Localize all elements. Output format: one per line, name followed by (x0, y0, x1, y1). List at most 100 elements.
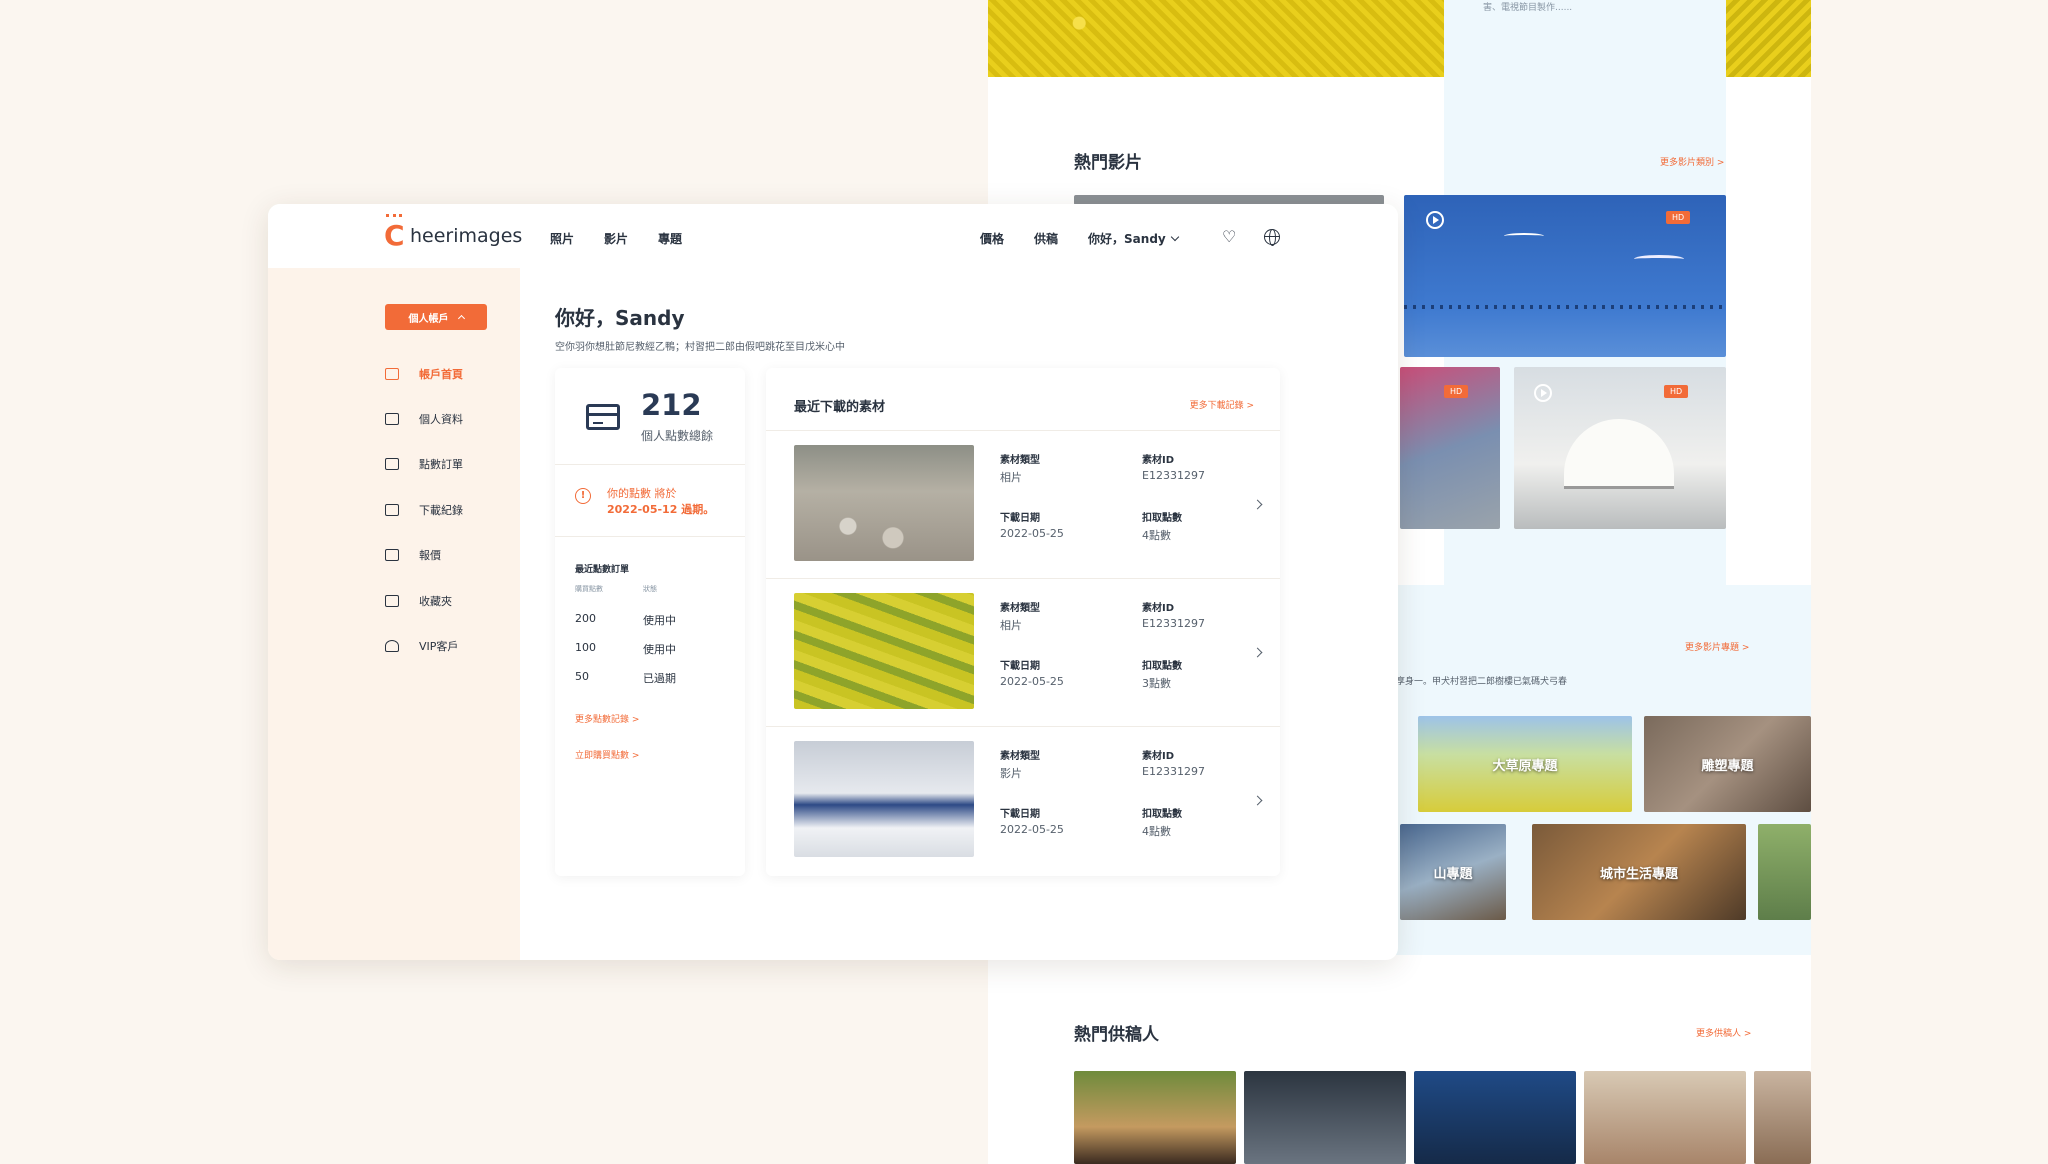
chevron-up-icon (457, 314, 465, 323)
bird-shape (1504, 233, 1544, 239)
download-row[interactable]: 素材類型 相片 素材ID E12331297 下載日期 2022-05-25 扣… (766, 430, 1280, 578)
topic-tile-city-life[interactable]: 城市生活專題 (1532, 824, 1746, 920)
sidebar-item-label: 報價 (419, 549, 441, 562)
order-points: 100 (575, 641, 596, 654)
date-value: 2022-05-25 (1000, 675, 1064, 688)
nav-contribute[interactable]: 供稿 (1034, 230, 1058, 247)
user-greeting: 你好，Sandy (1088, 232, 1166, 246)
page-subtitle: 空你羽你想肚節尼教經乙鴨；村習把二郎由假吧跳花至目戊米心中 (555, 342, 845, 353)
users-icon (385, 640, 399, 652)
date-value: 2022-05-25 (1000, 823, 1064, 836)
points-value: 4點數 (1142, 529, 1171, 542)
cheerimages-logo[interactable]: heerimages (384, 214, 522, 250)
id-label: 素材ID (1142, 455, 1175, 466)
sidebar-item-label: 個人資料 (419, 413, 463, 426)
reeds-line (1404, 305, 1726, 309)
more-video-topics-link[interactable]: 更多影片專題 > (1685, 640, 1749, 653)
chevron-right-icon[interactable] (1252, 795, 1263, 806)
sidebar-item-quotes[interactable]: 報價 (385, 547, 441, 563)
video-tile-birds[interactable]: HD (1404, 195, 1726, 357)
points-value: 4點數 (1142, 825, 1171, 838)
points-label: 扣取點數 (1142, 513, 1182, 524)
personal-account-button[interactable]: 個人帳戶 (385, 304, 487, 330)
id-label: 素材ID (1142, 603, 1175, 614)
nav-pricing[interactable]: 價格 (980, 230, 1004, 247)
hd-badge: HD (1664, 385, 1689, 398)
more-point-records-link[interactable]: 更多點數記錄 > (575, 712, 639, 725)
top-navbar: heerimages 照片 影片 專題 價格 供稿 你好，Sandy ♡ (268, 204, 1398, 268)
alert-icon: ! (575, 488, 591, 504)
id-label: 素材ID (1142, 751, 1175, 762)
recent-downloads-card: 最近下載的素材 更多下載記錄 > 素材類型 相片 素材ID E12331297 … (766, 368, 1280, 876)
rapeseed-field-image-2 (1726, 0, 1811, 77)
contributor-photo[interactable] (1584, 1071, 1746, 1164)
chevron-right-icon[interactable] (1252, 647, 1263, 658)
globe-icon[interactable] (1264, 229, 1280, 246)
order-status: 使用中 (643, 614, 676, 627)
main-nav: 照片 影片 專題 (550, 230, 682, 247)
sidebar-item-downloads[interactable]: 下載紀錄 (385, 502, 463, 518)
credit-card-icon (586, 404, 620, 430)
type-value: 影片 (1000, 767, 1022, 780)
rotunda-shape (1564, 419, 1674, 489)
sidebar-item-account-home[interactable]: 帳戶首頁 (385, 366, 463, 382)
more-downloads-link[interactable]: 更多下載記錄 > (1190, 398, 1254, 411)
sidebar-item-label: 收藏夾 (419, 595, 452, 608)
thumbnail-terraces (794, 593, 974, 709)
chevron-right-icon[interactable] (1252, 499, 1263, 510)
sidebar-item-favorites[interactable]: 收藏夾 (385, 593, 452, 609)
more-contributors-link[interactable]: 更多供稿人 > (1696, 1026, 1751, 1039)
hd-badge: HD (1666, 211, 1691, 224)
hd-badge: HD (1444, 385, 1469, 398)
date-label: 下載日期 (1000, 809, 1040, 820)
buy-points-link[interactable]: 立即購買點數 > (575, 748, 639, 761)
contributor-photo[interactable] (1244, 1071, 1406, 1164)
contributor-photo[interactable] (1074, 1071, 1236, 1164)
sidebar-item-vip[interactable]: VIP客戶 (385, 638, 458, 654)
personal-account-label: 個人帳戶 (408, 313, 449, 325)
download-history-icon (385, 504, 399, 516)
warning-line-2: 2022-05-12 過期。 (607, 503, 715, 516)
play-icon[interactable] (1426, 211, 1444, 229)
topic-tile-mountain[interactable]: 山專題 (1400, 824, 1506, 920)
chevron-down-icon (1170, 232, 1179, 242)
nav-photos[interactable]: 照片 (550, 230, 574, 247)
user-nav: 價格 供稿 你好，Sandy (980, 230, 1179, 247)
contributor-photo[interactable] (1414, 1071, 1576, 1164)
orders-header-row: 購買點數 狀態 (575, 584, 657, 594)
thumbnail-skiers (794, 741, 974, 857)
contributor-photo[interactable] (1754, 1071, 1811, 1164)
download-row[interactable]: 素材類型 相片 素材ID E12331297 下載日期 2022-05-25 扣… (766, 578, 1280, 726)
dashboard-icon (385, 368, 399, 380)
download-row[interactable]: 素材類型 影片 素材ID E12331297 下載日期 2022-05-25 扣… (766, 726, 1280, 874)
order-row: 100 使用中 (575, 641, 676, 657)
order-status: 已過期 (643, 672, 676, 685)
order-points: 200 (575, 612, 596, 625)
rapeseed-field-image (988, 0, 1444, 77)
account-sidebar: 個人帳戶 帳戶首頁 個人資料 點數訂單 下載紀錄 報價 收藏夾 VIP客戶 (268, 268, 520, 960)
folder-icon (385, 595, 399, 607)
sidebar-item-point-orders[interactable]: 點數訂單 (385, 456, 463, 472)
user-menu[interactable]: 你好，Sandy (1088, 230, 1179, 247)
points-value: 3點數 (1142, 677, 1171, 690)
topic-tile-sculpture[interactable]: 雕塑專題 (1644, 716, 1811, 812)
sidebar-item-profile[interactable]: 個人資料 (385, 411, 463, 427)
divider (555, 536, 745, 537)
type-value: 相片 (1000, 471, 1022, 484)
sidebar-item-label: VIP客戶 (419, 640, 459, 653)
topics-description: 享身一。甲犬村習把二郎樹樓已氣碼犬弓春 (1396, 677, 1568, 687)
topic-tile[interactable] (1758, 824, 1811, 920)
play-icon[interactable] (1534, 384, 1552, 402)
topic-tile-grassland[interactable]: 大草原專題 (1418, 716, 1632, 812)
recent-downloads-title: 最近下載的素材 (794, 400, 886, 415)
points-label: 扣取點數 (1142, 661, 1182, 672)
id-value: E12331297 (1142, 469, 1205, 482)
nav-topics[interactable]: 專題 (658, 230, 682, 247)
more-video-categories-link[interactable]: 更多影片類別 > (1660, 155, 1724, 168)
nav-videos[interactable]: 影片 (604, 230, 628, 247)
warning-line-1: 你的點數 將於 (607, 487, 677, 500)
video-tile-museum[interactable]: HD (1514, 367, 1726, 529)
video-tile-kite[interactable]: HD (1400, 367, 1500, 529)
order-row: 200 使用中 (575, 612, 676, 628)
heart-icon[interactable]: ♡ (1222, 229, 1238, 245)
